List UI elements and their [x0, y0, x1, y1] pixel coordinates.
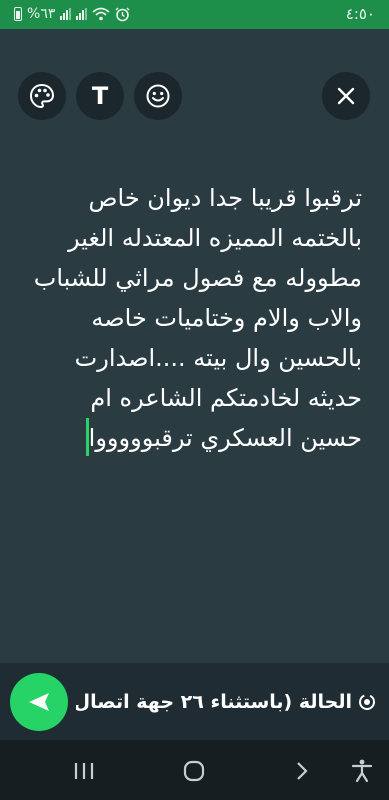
palette-button[interactable] [18, 72, 66, 120]
recent-apps-icon [74, 763, 94, 779]
status-icons: %٦٣ [14, 6, 130, 22]
signal-icon [60, 8, 72, 20]
battery-icon [14, 7, 22, 21]
signal-icon [76, 8, 88, 20]
status-icon [358, 693, 376, 711]
emoji-button[interactable] [134, 72, 182, 120]
status-text-editor[interactable]: T ترقبوا قريبا جدا ديوان خاص بالختمه الم… [0, 29, 389, 663]
palette-icon [29, 83, 55, 109]
send-icon [29, 693, 49, 711]
accessibility-button[interactable] [350, 758, 374, 784]
send-button[interactable] [10, 673, 68, 731]
back-button[interactable] [292, 758, 312, 784]
send-bar: الحالة (باستثناء ٢٦ جهة اتصال) [0, 663, 389, 740]
recent-apps-button[interactable] [72, 758, 96, 784]
battery-percent: %٦٣ [27, 6, 56, 22]
close-icon [337, 87, 355, 105]
status-text-input[interactable]: ترقبوا قريبا جدا ديوان خاص بالختمه الممي… [22, 178, 362, 458]
wifi-icon [92, 7, 110, 21]
back-icon [297, 762, 308, 780]
alarm-icon [115, 7, 130, 22]
status-privacy-selector[interactable]: الحالة (باستثناء ٢٦ جهة اتصال) [76, 681, 376, 723]
accessibility-icon [351, 759, 373, 783]
status-privacy-label: الحالة (باستثناء ٢٦ جهة اتصال) [76, 691, 352, 713]
emoji-icon [146, 84, 170, 108]
status-bar: %٦٣ ٤:٥٠ [0, 0, 389, 29]
home-icon [183, 760, 205, 782]
close-button[interactable] [322, 72, 370, 120]
text-format-icon: T [91, 82, 109, 110]
clock: ٤:٥٠ [345, 5, 375, 23]
text-format-button[interactable]: T [76, 72, 124, 120]
home-button[interactable] [181, 758, 207, 784]
system-nav-bar [0, 740, 389, 800]
status-text-content: ترقبوا قريبا جدا ديوان خاص بالختمه الممي… [26, 184, 362, 452]
